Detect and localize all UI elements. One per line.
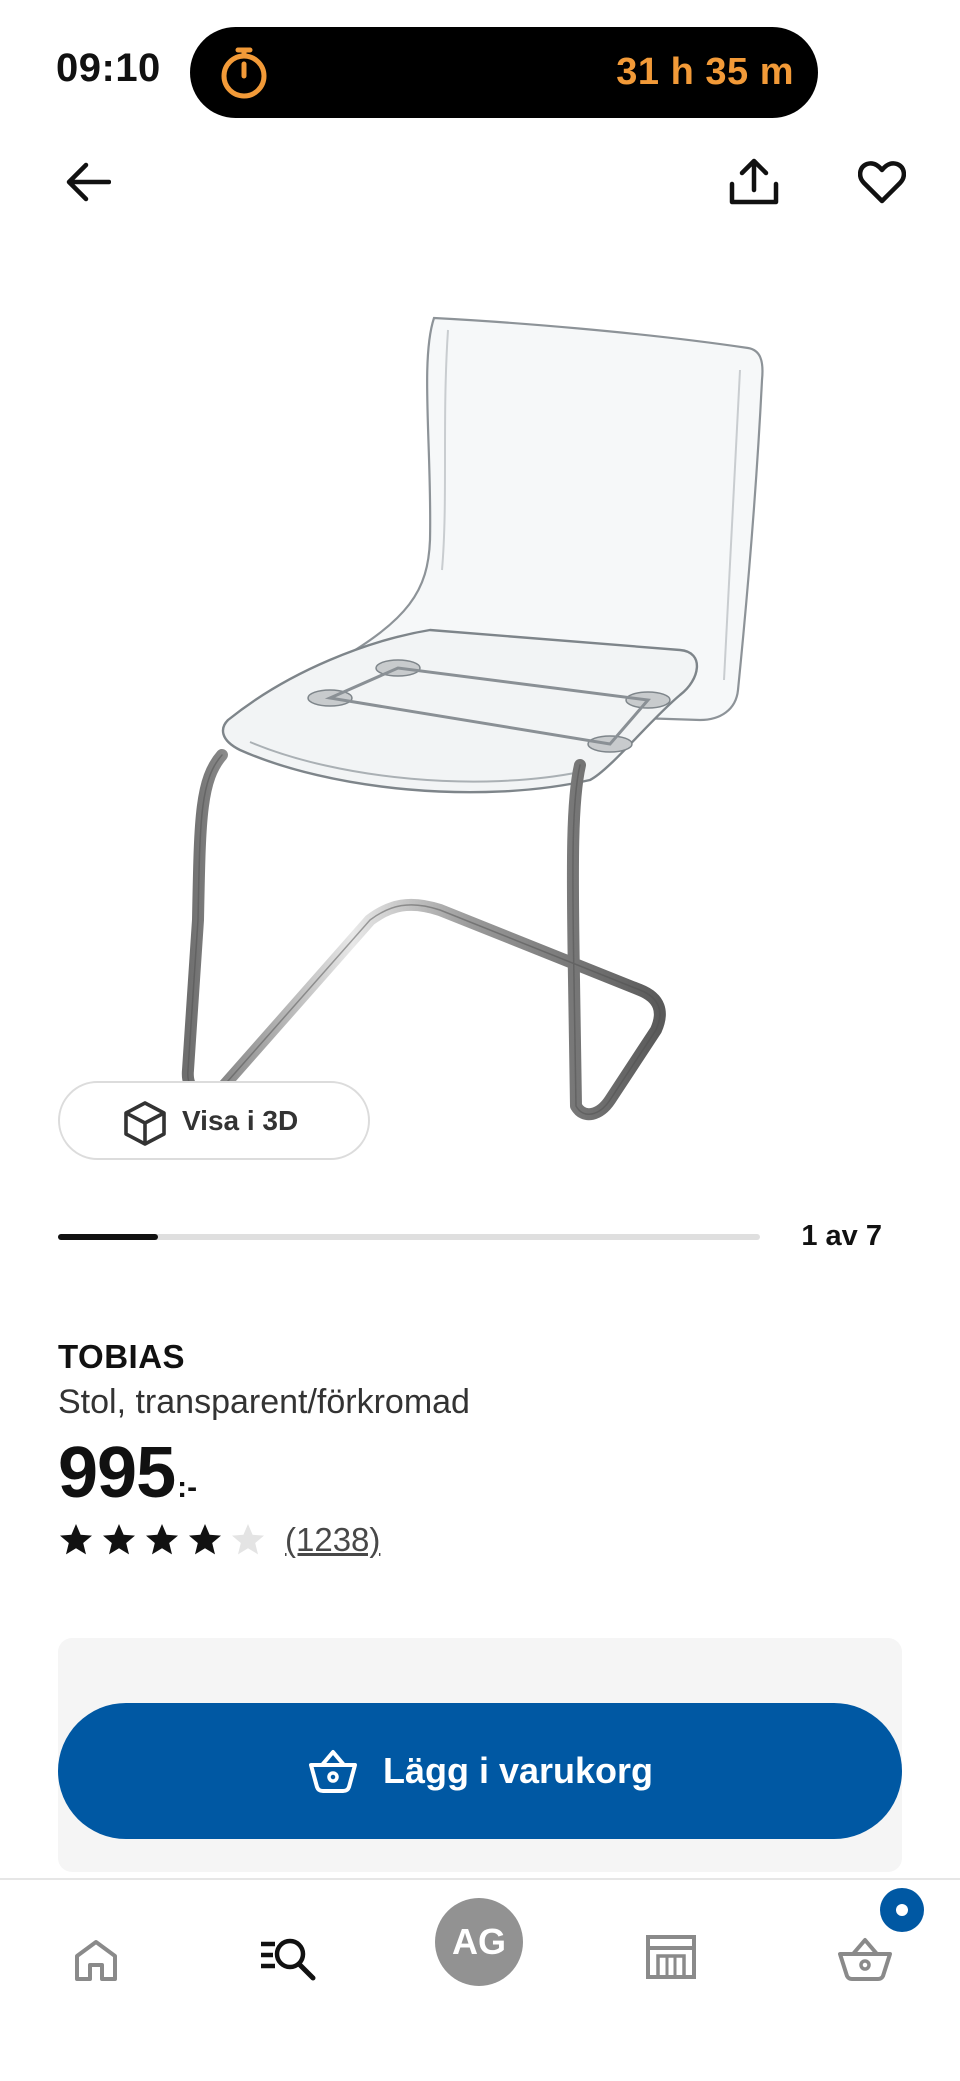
basket-icon <box>838 1938 892 1981</box>
view-in-3d-button[interactable]: Visa i 3D <box>58 1081 370 1160</box>
image-carousel-progress <box>58 1234 760 1240</box>
add-to-cart-button[interactable]: Lägg i varukorg <box>58 1703 902 1839</box>
cart-badge <box>880 1888 924 1932</box>
search-icon <box>261 1938 316 1981</box>
favorite-button[interactable] <box>850 150 914 214</box>
arrow-left-icon <box>66 162 111 202</box>
star-filled-icon <box>103 1524 135 1555</box>
product-image[interactable] <box>180 300 780 1180</box>
nav-cart[interactable] <box>830 1926 900 1990</box>
share-button[interactable] <box>722 150 786 214</box>
nav-profile-avatar[interactable]: AG <box>435 1898 523 1986</box>
home-icon <box>75 1940 117 1981</box>
nav-search[interactable] <box>256 1926 320 1990</box>
store-icon <box>646 1935 696 1979</box>
product-name: TOBIAS <box>58 1338 186 1375</box>
bottom-navigation: AG <box>0 1878 960 2081</box>
back-button[interactable] <box>56 150 120 214</box>
star-empty-icon <box>232 1524 264 1555</box>
price-amount: 995 <box>58 1433 176 1513</box>
activity-timer-text: 31 h 35 m <box>616 51 794 93</box>
add-to-cart-label: Lägg i varukorg <box>382 1750 654 1791</box>
heart-icon <box>858 161 906 204</box>
view-in-3d-label: Visa i 3D <box>182 1104 299 1136</box>
basket-icon <box>308 1750 357 1793</box>
stopwatch-icon <box>221 47 267 99</box>
status-time: 09:10 <box>56 46 161 90</box>
live-activity-pill[interactable]: 31 h 35 m <box>190 27 818 118</box>
nav-stores[interactable] <box>640 1926 702 1988</box>
product-page: 09:10 31 h 35 m Visa i 3D 1 av 7 TOBIAS … <box>0 0 960 2081</box>
price-suffix: :- <box>177 1471 198 1504</box>
cart-badge-dot <box>896 1904 908 1916</box>
product-rating[interactable]: (1238) <box>58 1520 380 1560</box>
star-filled-icon <box>60 1524 92 1555</box>
rating-stars <box>58 1522 273 1558</box>
cube-3d-icon <box>124 1101 166 1146</box>
product-price: 995 :- <box>58 1432 197 1514</box>
product-description: Stol, transparent/förkromad <box>58 1383 470 1421</box>
carousel-progress-fill <box>58 1234 159 1240</box>
share-icon <box>729 158 779 205</box>
star-filled-icon <box>189 1524 221 1555</box>
image-counter: 1 av 7 <box>801 1220 882 1252</box>
star-filled-icon <box>146 1524 178 1555</box>
review-count-link[interactable]: (1238) <box>285 1521 380 1559</box>
nav-home[interactable] <box>66 1930 126 1990</box>
